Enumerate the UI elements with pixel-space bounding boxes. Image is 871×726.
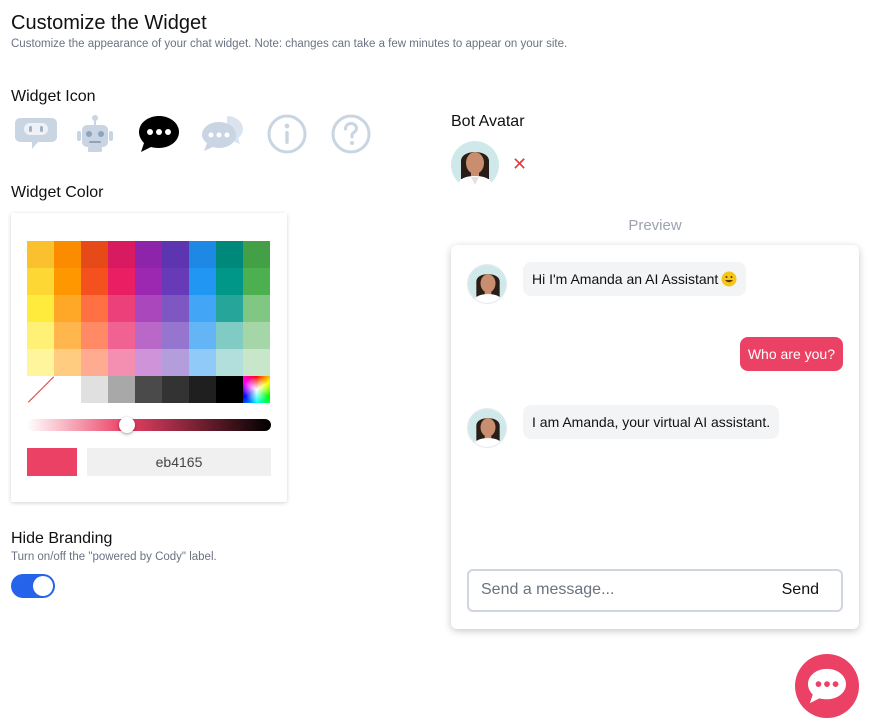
- color-swatch[interactable]: [135, 349, 162, 376]
- color-swatch[interactable]: [27, 241, 54, 268]
- color-swatch[interactable]: [135, 376, 162, 403]
- bot-avatar: [467, 408, 507, 448]
- bot-avatar-image[interactable]: [451, 141, 499, 189]
- color-swatch[interactable]: [216, 268, 243, 295]
- chat-dots-icon[interactable]: [127, 112, 191, 156]
- send-button[interactable]: Send: [782, 581, 819, 599]
- color-swatch[interactable]: [81, 349, 108, 376]
- color-shade-slider[interactable]: [27, 417, 271, 433]
- color-swatch[interactable]: [189, 295, 216, 322]
- widget-icon-label: Widget Icon: [11, 88, 96, 105]
- hide-branding-label: Hide Branding: [11, 530, 113, 547]
- color-swatch[interactable]: [162, 322, 189, 349]
- color-swatch[interactable]: [162, 376, 189, 403]
- color-swatch[interactable]: [81, 295, 108, 322]
- color-swatch[interactable]: [135, 268, 162, 295]
- color-swatch[interactable]: [27, 268, 54, 295]
- color-swatch[interactable]: [216, 241, 243, 268]
- user-message: Who are you?: [739, 337, 843, 371]
- bot-message: Hi I'm Amanda an AI Assistant: [523, 262, 747, 296]
- hide-branding-toggle[interactable]: [11, 574, 55, 598]
- color-swatch[interactable]: [216, 322, 243, 349]
- color-swatch[interactable]: [54, 322, 81, 349]
- color-swatch[interactable]: [189, 349, 216, 376]
- color-swatch[interactable]: [81, 376, 108, 403]
- color-swatch[interactable]: [162, 349, 189, 376]
- color-swatch[interactable]: [54, 376, 81, 403]
- preview-label: Preview: [628, 217, 682, 234]
- color-swatch[interactable]: [243, 349, 270, 376]
- color-swatch[interactable]: [108, 268, 135, 295]
- color-swatch[interactable]: [162, 268, 189, 295]
- widget-color-label: Widget Color: [11, 184, 104, 201]
- color-swatch[interactable]: [27, 322, 54, 349]
- hex-color-input[interactable]: [87, 448, 271, 476]
- current-color-preview: [27, 448, 77, 476]
- color-swatch[interactable]: [135, 322, 162, 349]
- color-swatch[interactable]: [243, 295, 270, 322]
- question-circle-icon[interactable]: [319, 112, 383, 156]
- chat-dots-icon: [808, 668, 846, 704]
- robot-icon[interactable]: [63, 112, 127, 156]
- color-swatch[interactable]: [108, 322, 135, 349]
- color-swatch[interactable]: [108, 376, 135, 403]
- color-swatch[interactable]: [162, 241, 189, 268]
- color-swatch[interactable]: [81, 268, 108, 295]
- bot-avatar-label: Bot Avatar: [451, 113, 525, 130]
- color-swatch[interactable]: [27, 295, 54, 322]
- custom-color-swatch[interactable]: [243, 376, 270, 403]
- chat-preview-panel: Hi I'm Amanda an AI Assistant Who are yo…: [451, 245, 859, 629]
- hide-branding-description: Turn on/off the "powered by Cody" label.: [11, 551, 217, 563]
- color-swatch[interactable]: [108, 349, 135, 376]
- color-swatch-grid: [27, 241, 270, 403]
- color-swatch[interactable]: [135, 241, 162, 268]
- color-swatch[interactable]: [216, 376, 243, 403]
- color-swatch[interactable]: [54, 295, 81, 322]
- no-color-swatch[interactable]: [27, 376, 54, 403]
- message-text: Hi I'm Amanda an AI Assistant: [532, 271, 719, 287]
- color-swatch[interactable]: [54, 268, 81, 295]
- message-input[interactable]: [481, 581, 761, 599]
- color-swatch[interactable]: [27, 349, 54, 376]
- remove-avatar-button[interactable]: ✕: [512, 154, 527, 174]
- widget-icon-options: [11, 112, 383, 156]
- chat-double-bubble-icon[interactable]: [191, 112, 255, 156]
- page-subtitle: Customize the appearance of your chat wi…: [11, 38, 568, 50]
- color-swatch[interactable]: [162, 295, 189, 322]
- color-swatch[interactable]: [54, 349, 81, 376]
- color-picker: [11, 213, 287, 502]
- toggle-knob: [33, 576, 53, 596]
- robot-face-bubble-icon[interactable]: [11, 112, 63, 156]
- message-input-bar: Send: [467, 569, 843, 612]
- bot-message: I am Amanda, your virtual AI assistant.: [523, 405, 780, 439]
- color-swatch[interactable]: [243, 322, 270, 349]
- slider-thumb[interactable]: [119, 417, 136, 433]
- color-swatch[interactable]: [81, 241, 108, 268]
- color-swatch[interactable]: [108, 241, 135, 268]
- color-swatch[interactable]: [54, 241, 81, 268]
- page-title: Customize the Widget: [11, 12, 207, 34]
- info-circle-icon[interactable]: [255, 112, 319, 156]
- color-swatch[interactable]: [243, 268, 270, 295]
- chat-launcher-button[interactable]: [795, 654, 859, 718]
- color-swatch[interactable]: [189, 322, 216, 349]
- color-swatch[interactable]: [81, 322, 108, 349]
- color-swatch[interactable]: [243, 241, 270, 268]
- bot-avatar: [467, 264, 507, 304]
- color-swatch[interactable]: [216, 295, 243, 322]
- color-swatch[interactable]: [189, 376, 216, 403]
- color-swatch[interactable]: [189, 268, 216, 295]
- color-swatch[interactable]: [108, 295, 135, 322]
- color-swatch[interactable]: [189, 241, 216, 268]
- color-swatch[interactable]: [216, 349, 243, 376]
- grinning-emoji-icon: [721, 271, 737, 287]
- color-swatch[interactable]: [135, 295, 162, 322]
